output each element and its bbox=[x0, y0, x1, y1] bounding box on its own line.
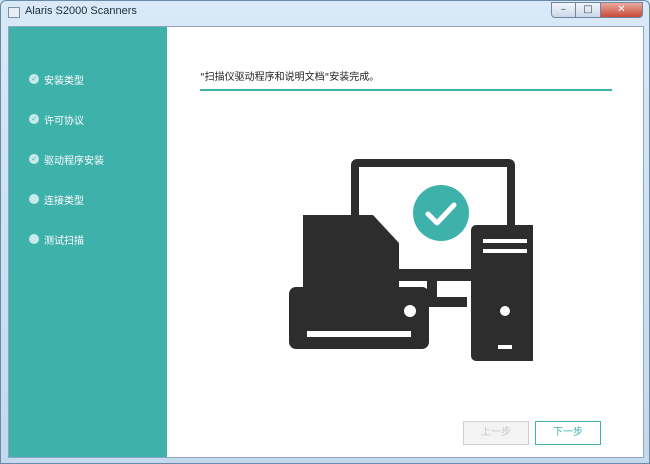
step-check-icon: ✓ bbox=[29, 74, 39, 84]
scanner-body bbox=[289, 287, 429, 349]
app-icon bbox=[8, 7, 20, 18]
steps-sidebar: ✓ 安装类型 ✓ 许可协议 ✓ 驱动程序安装 连接类型 测试扫描 bbox=[9, 27, 167, 457]
step-pending-dot-icon bbox=[29, 234, 39, 244]
tower-drive-2 bbox=[483, 249, 527, 253]
computer-scanner-success-icon bbox=[289, 159, 533, 361]
scanner-indicator bbox=[404, 305, 416, 317]
step-label: 连接类型 bbox=[44, 195, 84, 207]
window-controls: – □ ✕ bbox=[551, 2, 643, 18]
step-pending-dot-icon bbox=[29, 194, 39, 204]
step-label: 安装类型 bbox=[44, 75, 84, 87]
installer-window: Alaris S2000 Scanners – □ ✕ ✓ 安装类型 ✓ 许可协… bbox=[0, 0, 650, 464]
next-button[interactable]: 下一步 bbox=[535, 421, 601, 445]
step-driver-install: ✓ 驱动程序安装 bbox=[9, 149, 167, 169]
status-message: "扫描仪驱动程序和说明文档"安装完成。 bbox=[200, 69, 612, 91]
pc-tower bbox=[471, 225, 533, 361]
minimize-button[interactable]: – bbox=[551, 2, 576, 18]
tower-power-button bbox=[500, 306, 510, 316]
step-label: 驱动程序安装 bbox=[44, 155, 104, 167]
step-license: ✓ 许可协议 bbox=[9, 109, 167, 129]
step-check-icon: ✓ bbox=[29, 154, 39, 164]
main-content: "扫描仪驱动程序和说明文档"安装完成。 上一步 下一步 bbox=[167, 27, 643, 457]
step-test-scan: 测试扫描 bbox=[9, 229, 167, 249]
success-badge bbox=[413, 185, 469, 241]
footer-buttons: 上一步 下一步 bbox=[463, 421, 607, 445]
tower-port bbox=[498, 345, 512, 349]
scanner-slot bbox=[307, 331, 411, 337]
step-connection-type: 连接类型 bbox=[9, 189, 167, 209]
tower-drive-1 bbox=[483, 239, 527, 243]
window-title: Alaris S2000 Scanners bbox=[25, 5, 137, 17]
title-bar[interactable]: Alaris S2000 Scanners – □ ✕ bbox=[1, 1, 649, 25]
step-check-icon: ✓ bbox=[29, 114, 39, 124]
step-label: 许可协议 bbox=[44, 115, 84, 127]
maximize-button[interactable]: □ bbox=[576, 2, 601, 18]
close-button[interactable]: ✕ bbox=[601, 2, 643, 18]
step-install-type: ✓ 安装类型 bbox=[9, 69, 167, 89]
back-button[interactable]: 上一步 bbox=[463, 421, 529, 445]
client-area: ✓ 安装类型 ✓ 许可协议 ✓ 驱动程序安装 连接类型 测试扫描 "扫描仪驱动程… bbox=[8, 26, 644, 458]
step-label: 测试扫描 bbox=[44, 235, 84, 247]
